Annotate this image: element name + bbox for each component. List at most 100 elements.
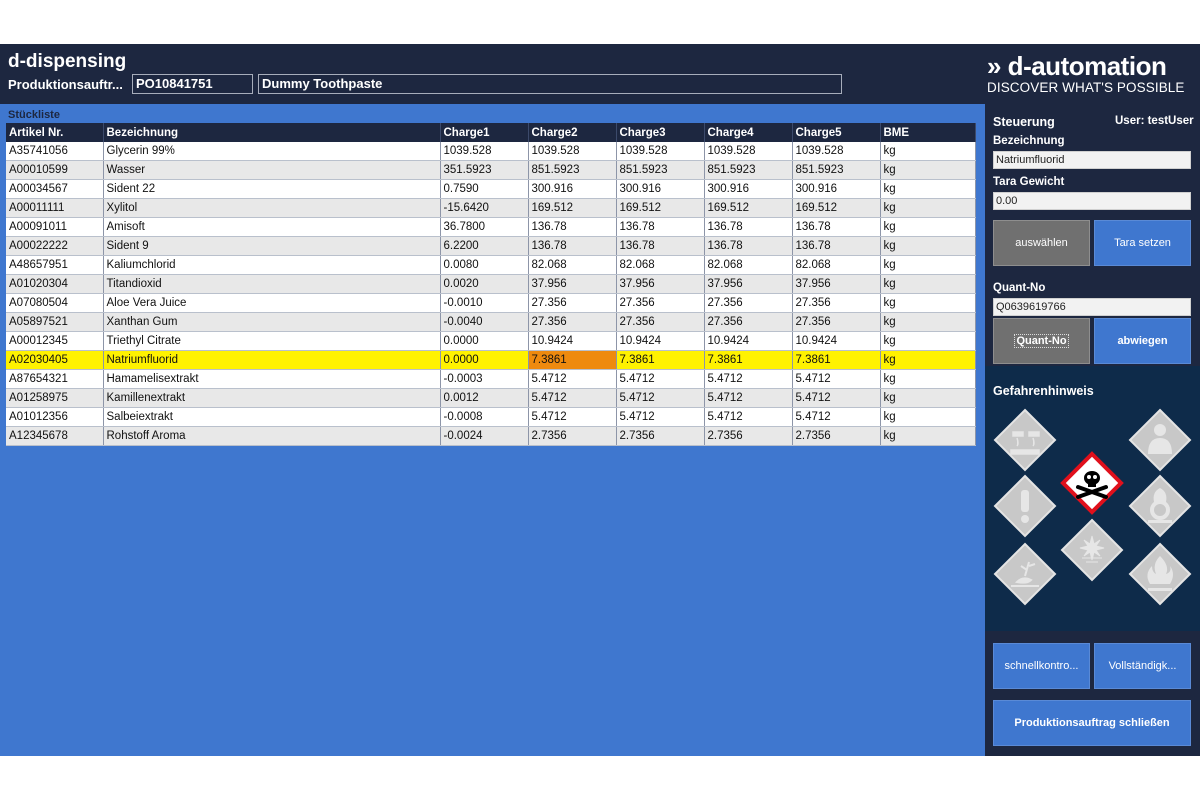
table-cell: A00022222: [6, 236, 104, 256]
hazard-panel: Gefahrenhinweis: [985, 366, 1200, 631]
table-cell: Sident 9: [103, 236, 441, 256]
table-cell: 27.356: [792, 293, 881, 313]
table-cell: A01020304: [6, 274, 104, 294]
table-cell: Kamillenextrakt: [103, 388, 441, 408]
table-cell: Kaliumchlorid: [103, 255, 441, 275]
bezeichnung-field[interactable]: Natriumfluorid: [993, 151, 1191, 169]
table-header: Artikel Nr. Bezeichnung Charge1 Charge2 Char…: [6, 123, 976, 142]
table-cell: 5.4712: [704, 407, 793, 427]
table-row[interactable]: A01020304 Titandioxid 0.0020 37.956 37.956 37…: [6, 274, 976, 294]
column-header[interactable]: Charge1: [440, 123, 529, 142]
table-cell: 10.9424: [792, 331, 881, 351]
table-cell: kg: [880, 274, 976, 294]
bezeichnung-label: Bezeichnung: [993, 135, 1065, 147]
quick-check-button[interactable]: schnellkontro...: [993, 643, 1090, 689]
table-cell: 5.4712: [528, 407, 617, 427]
table-cell: 7.3861: [528, 350, 617, 370]
table-row[interactable]: A00012345 Triethyl Citrate 0.0000 10.9424 10…: [6, 331, 976, 351]
table-cell: 136.78: [792, 217, 881, 237]
column-header[interactable]: Charge2: [528, 123, 617, 142]
order-number-field[interactable]: PO10841751: [132, 74, 253, 94]
table-cell: 5.4712: [528, 388, 617, 408]
table-cell: 136.78: [616, 217, 705, 237]
table-cell: 5.4712: [792, 407, 881, 427]
table-cell: 5.4712: [792, 369, 881, 389]
flammable-icon: [1128, 542, 1192, 606]
health-hazard-icon: [1128, 408, 1192, 472]
table-cell: A00011111: [6, 198, 104, 218]
table-cell: A05897521: [6, 312, 104, 332]
table-cell: 10.9424: [616, 331, 705, 351]
table-cell: -0.0008: [440, 407, 529, 427]
table-cell: 169.512: [704, 198, 793, 218]
table-cell: Titandioxid: [103, 274, 441, 294]
footer-panel: schnellkontro... Vollständigk... Produkt…: [985, 631, 1200, 756]
table-cell: A00034567: [6, 179, 104, 199]
select-button[interactable]: auswählen: [993, 220, 1090, 266]
table-cell: A01012356: [6, 407, 104, 427]
weigh-button[interactable]: abwiegen: [1094, 318, 1191, 364]
completeness-button[interactable]: Vollständigk...: [1094, 643, 1191, 689]
table-cell: 300.916: [528, 179, 617, 199]
tara-field[interactable]: 0.00: [993, 192, 1191, 210]
panel-title: Steuerung: [993, 115, 1055, 129]
table-row[interactable]: A02030405 Natriumfluorid 0.0000 7.3861 7.386…: [6, 350, 976, 370]
exclamation-icon: [993, 474, 1057, 538]
table-cell: kg: [880, 331, 976, 351]
table-cell: 1039.528: [616, 142, 705, 161]
column-header[interactable]: Charge5: [792, 123, 881, 142]
table-row[interactable]: A01012356 Salbeiextrakt -0.0008 5.4712 5.471…: [6, 407, 976, 427]
table-row[interactable]: A00091011 Amisoft 36.7800 136.78 136.78 136.7…: [6, 217, 976, 237]
table-row[interactable]: A00034567 Sident 22 0.7590 300.916 300.916 30…: [6, 179, 976, 199]
order-description-field[interactable]: Dummy Toothpaste: [258, 74, 842, 94]
table-cell: 5.4712: [792, 388, 881, 408]
table-row[interactable]: A12345678 Rohstoff Aroma -0.0024 2.7356 2.73…: [6, 426, 976, 446]
table-row[interactable]: A00011111 Xylitol -15.6420 169.512 169.512 16…: [6, 198, 976, 218]
close-order-button[interactable]: Produktionsauftrag schließen: [993, 700, 1191, 746]
app-window: d-dispensing Produktionsauftr... PO10841…: [0, 44, 1200, 756]
column-header[interactable]: BME: [880, 123, 976, 142]
table-cell: 136.78: [704, 217, 793, 237]
company-logo: » d-automation DISCOVER WHAT'S POSSIBLE: [987, 52, 1197, 96]
table-row[interactable]: A07080504 Aloe Vera Juice -0.0010 27.356 27.…: [6, 293, 976, 313]
table-cell: -15.6420: [440, 198, 529, 218]
table-row[interactable]: A48657951 Kaliumchlorid 0.0080 82.068 82.068…: [6, 255, 976, 275]
column-header[interactable]: Charge4: [704, 123, 793, 142]
table-cell: 37.956: [704, 274, 793, 294]
user-label: User: testUser: [1115, 115, 1194, 127]
table-cell: A00091011: [6, 217, 104, 237]
table-row[interactable]: A00010599 Wasser 351.5923 851.5923 851.5923 8…: [6, 160, 976, 180]
table-row[interactable]: A35741056 Glycerin 99% 1039.528 1039.528 103…: [6, 142, 976, 161]
quant-no-button-label: Quant-No: [1014, 334, 1069, 348]
table-cell: A07080504: [6, 293, 104, 313]
corrosive-icon: [993, 408, 1057, 472]
table-cell: 7.3861: [704, 350, 793, 370]
table-cell: 300.916: [792, 179, 881, 199]
table-row[interactable]: A05897521 Xanthan Gum -0.0040 27.356 27.356 2…: [6, 312, 976, 332]
table-cell: 5.4712: [528, 369, 617, 389]
table-cell: 136.78: [616, 236, 705, 256]
bom-title: Stückliste: [8, 109, 60, 121]
table-cell: 169.512: [616, 198, 705, 218]
table-cell: 2.7356: [704, 426, 793, 446]
table-row[interactable]: A00022222 Sident 9 6.2200 136.78 136.78 136.7…: [6, 236, 976, 256]
table-row[interactable]: A87654321 Hamamelisextrakt -0.0003 5.4712 5.…: [6, 369, 976, 389]
table-row[interactable]: A01258975 Kamillenextrakt 0.0012 5.4712 5.47…: [6, 388, 976, 408]
table-cell: 10.9424: [704, 331, 793, 351]
hazard-title: Gefahrenhinweis: [993, 384, 1094, 398]
quant-field[interactable]: Q0639619766: [993, 298, 1191, 316]
column-header[interactable]: Bezeichnung: [103, 123, 441, 142]
table-cell: A02030405: [6, 350, 104, 370]
quant-no-button[interactable]: Quant-No: [993, 318, 1090, 364]
logo-tagline: DISCOVER WHAT'S POSSIBLE: [987, 80, 1185, 95]
table-cell: Amisoft: [103, 217, 441, 237]
table-cell: 27.356: [528, 293, 617, 313]
column-header[interactable]: Charge3: [616, 123, 705, 142]
table-cell: 82.068: [528, 255, 617, 275]
table-cell: -0.0003: [440, 369, 529, 389]
table-cell: 27.356: [616, 293, 705, 313]
table-cell: kg: [880, 388, 976, 408]
set-tara-button[interactable]: Tara setzen: [1094, 220, 1191, 266]
table-cell: 2.7356: [616, 426, 705, 446]
column-header[interactable]: Artikel Nr.: [6, 123, 104, 142]
